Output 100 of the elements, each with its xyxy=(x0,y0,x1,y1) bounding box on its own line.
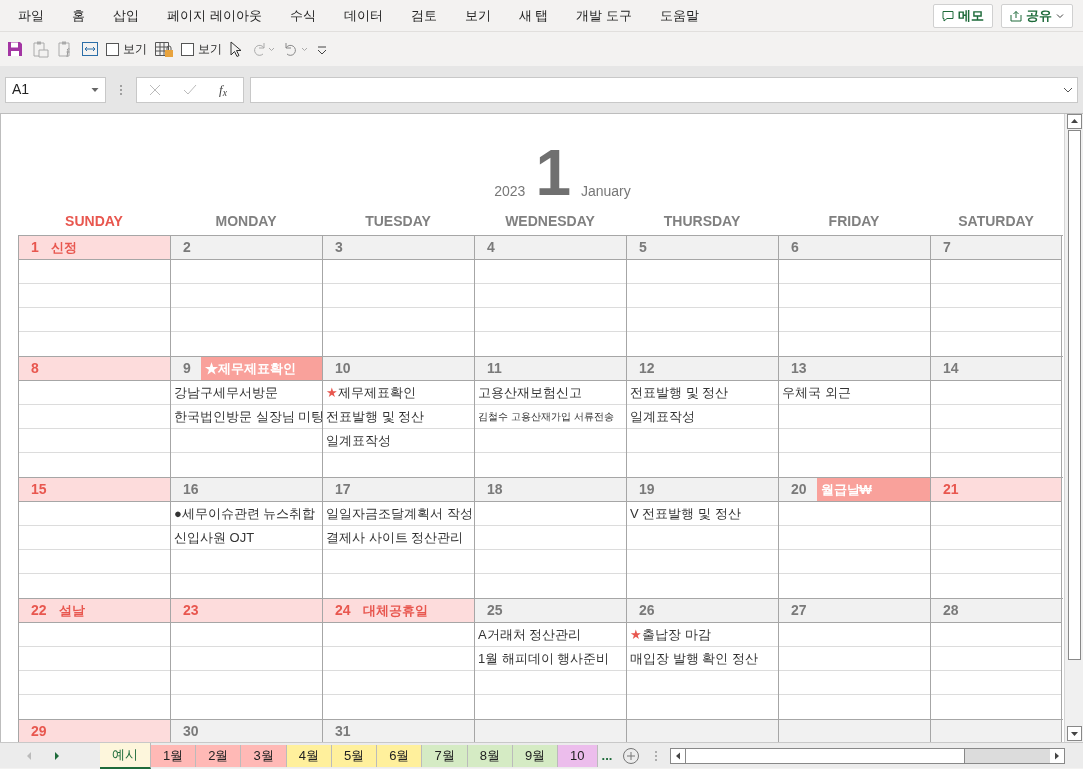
next-sheet-icon[interactable] xyxy=(54,750,60,761)
sheet-tab[interactable]: 8월 xyxy=(467,744,513,767)
event-text: 고용산재보험신고 xyxy=(478,383,582,402)
caret-icon xyxy=(1056,11,1064,20)
sheet-tab[interactable]: 7월 xyxy=(422,744,468,767)
event-text: 일계표작성 xyxy=(630,407,695,426)
day-number: 26 xyxy=(638,601,656,620)
memo-button[interactable]: 메모 xyxy=(933,3,993,28)
menu-item[interactable]: 데이터 xyxy=(329,1,397,30)
menu-item[interactable]: 검토 xyxy=(396,1,451,30)
weekday-header: SATURDAY xyxy=(957,211,1035,231)
day-number: 24 xyxy=(334,601,352,620)
pointer-icon[interactable] xyxy=(229,40,243,58)
more-sheets[interactable]: ... xyxy=(597,745,617,766)
sheet-tab[interactable]: 9월 xyxy=(512,744,559,767)
highlight-label: ★제무제표확인 xyxy=(200,357,322,380)
event-text: 신입사원 OJT xyxy=(174,528,255,547)
scroll-left-icon[interactable] xyxy=(671,748,686,763)
menu-item[interactable]: 홈 xyxy=(58,1,99,30)
menu-item[interactable]: 수식 xyxy=(275,1,330,30)
event-text: 전표발행 및 정산 xyxy=(326,407,425,426)
event-text: 전표발행 및 정산 xyxy=(630,383,729,402)
event-text: 일계표작성 xyxy=(326,431,391,450)
add-sheet-icon[interactable] xyxy=(622,746,641,765)
scroll-down-icon[interactable] xyxy=(1066,726,1082,741)
menu-item[interactable]: 파일 xyxy=(4,1,58,30)
star-icon: ★ xyxy=(326,382,338,403)
event-text: 강남구세무서방문 xyxy=(174,383,278,402)
menu-item[interactable]: 삽입 xyxy=(99,1,153,30)
day-number: 30 xyxy=(182,722,200,741)
event-text: 출납장 마감 xyxy=(642,625,711,644)
comment-icon xyxy=(942,9,954,22)
save-icon[interactable] xyxy=(6,40,24,58)
fit-width-icon[interactable] xyxy=(81,40,99,58)
day-number: 2 xyxy=(182,238,192,257)
day-number: 17 xyxy=(334,480,352,499)
scroll-right-icon[interactable] xyxy=(1050,748,1065,763)
sheet-tab[interactable]: 5월 xyxy=(331,744,378,767)
sheet-tab[interactable]: 6월 xyxy=(377,744,423,767)
month-name: January xyxy=(580,182,631,201)
share-icon xyxy=(1010,9,1022,22)
checkbox-label: 보기 xyxy=(123,41,147,58)
weekday-header: TUESDAY xyxy=(364,211,432,231)
event-text: 일일자금조달계획서 작성 xyxy=(326,504,473,523)
check-icon[interactable] xyxy=(183,83,197,96)
day-number: 14 xyxy=(942,359,960,378)
weekday-header: WEDNESDAY xyxy=(504,211,596,231)
day-number: 20 xyxy=(790,480,808,499)
formula-field[interactable] xyxy=(250,76,1078,103)
day-number: 11 xyxy=(486,359,503,378)
menu-item[interactable]: 도움말 xyxy=(645,1,713,30)
event-text: 김철수 고용산재가입 서류전송 xyxy=(478,410,614,424)
event-text: 제무제표확인 xyxy=(338,383,416,402)
day-number: 22 xyxy=(30,601,48,620)
menu-item[interactable]: 새 탭 xyxy=(504,1,563,30)
scroll-up-icon[interactable] xyxy=(1066,114,1082,129)
holiday-label: 신정 xyxy=(50,238,77,257)
table-lock-icon[interactable] xyxy=(154,40,174,58)
scroll-thumb[interactable] xyxy=(1067,130,1081,660)
day-number: 27 xyxy=(790,601,808,620)
sheet-tab[interactable]: 예시 xyxy=(100,742,151,769)
caret-icon xyxy=(91,85,99,94)
day-number: 9 xyxy=(182,359,192,378)
name-box[interactable]: A1 xyxy=(5,76,106,103)
day-number: 6 xyxy=(790,238,800,257)
menu-item[interactable]: 개발 도구 xyxy=(562,1,646,30)
day-number: 3 xyxy=(334,238,344,257)
sheet-tab[interactable]: 2월 xyxy=(196,744,242,767)
calendar-year: 2023 xyxy=(494,182,526,201)
sheet-tab[interactable]: 1월 xyxy=(151,744,197,767)
day-number: 25 xyxy=(486,601,504,620)
day-number: 15 xyxy=(30,480,48,499)
event-text: ●세무이슈관련 뉴스취합 xyxy=(174,504,316,523)
month-number: 1 xyxy=(535,141,571,205)
day-number: 18 xyxy=(486,480,504,499)
day-number: 12 xyxy=(638,359,656,378)
sheet-tab[interactable]: 4월 xyxy=(286,744,332,767)
day-number: 5 xyxy=(638,238,648,257)
highlight-label: 월급날₩ xyxy=(816,478,930,501)
checkbox[interactable] xyxy=(106,42,119,56)
event-text: V 전표발행 및 정산 xyxy=(630,504,741,523)
sheet-tab[interactable]: 3월 xyxy=(241,744,287,767)
menu-item[interactable]: 페이지 레이아웃 xyxy=(153,1,276,30)
day-number: 29 xyxy=(30,722,48,741)
day-number: 28 xyxy=(942,601,960,620)
checkbox[interactable] xyxy=(181,42,194,56)
sheet-tab[interactable]: 10 xyxy=(558,744,598,767)
day-number: 1 xyxy=(30,238,40,257)
horizontal-scroll-thumb[interactable] xyxy=(685,748,966,763)
day-number: 19 xyxy=(638,480,656,499)
event-text: 매입장 발행 확인 정산 xyxy=(630,649,758,668)
expand-icon[interactable] xyxy=(1063,85,1073,94)
event-text: 우체국 외근 xyxy=(782,383,851,402)
holiday-label: 설날 xyxy=(58,601,85,620)
day-number: 23 xyxy=(182,601,200,620)
menu-item[interactable]: 보기 xyxy=(450,1,505,30)
day-number: 10 xyxy=(334,359,352,378)
insert-function-button[interactable]: f$_{x}$ xyxy=(219,79,227,100)
share-button[interactable]: 공유 xyxy=(1001,3,1073,28)
checkbox-label: 보기 xyxy=(198,41,222,58)
